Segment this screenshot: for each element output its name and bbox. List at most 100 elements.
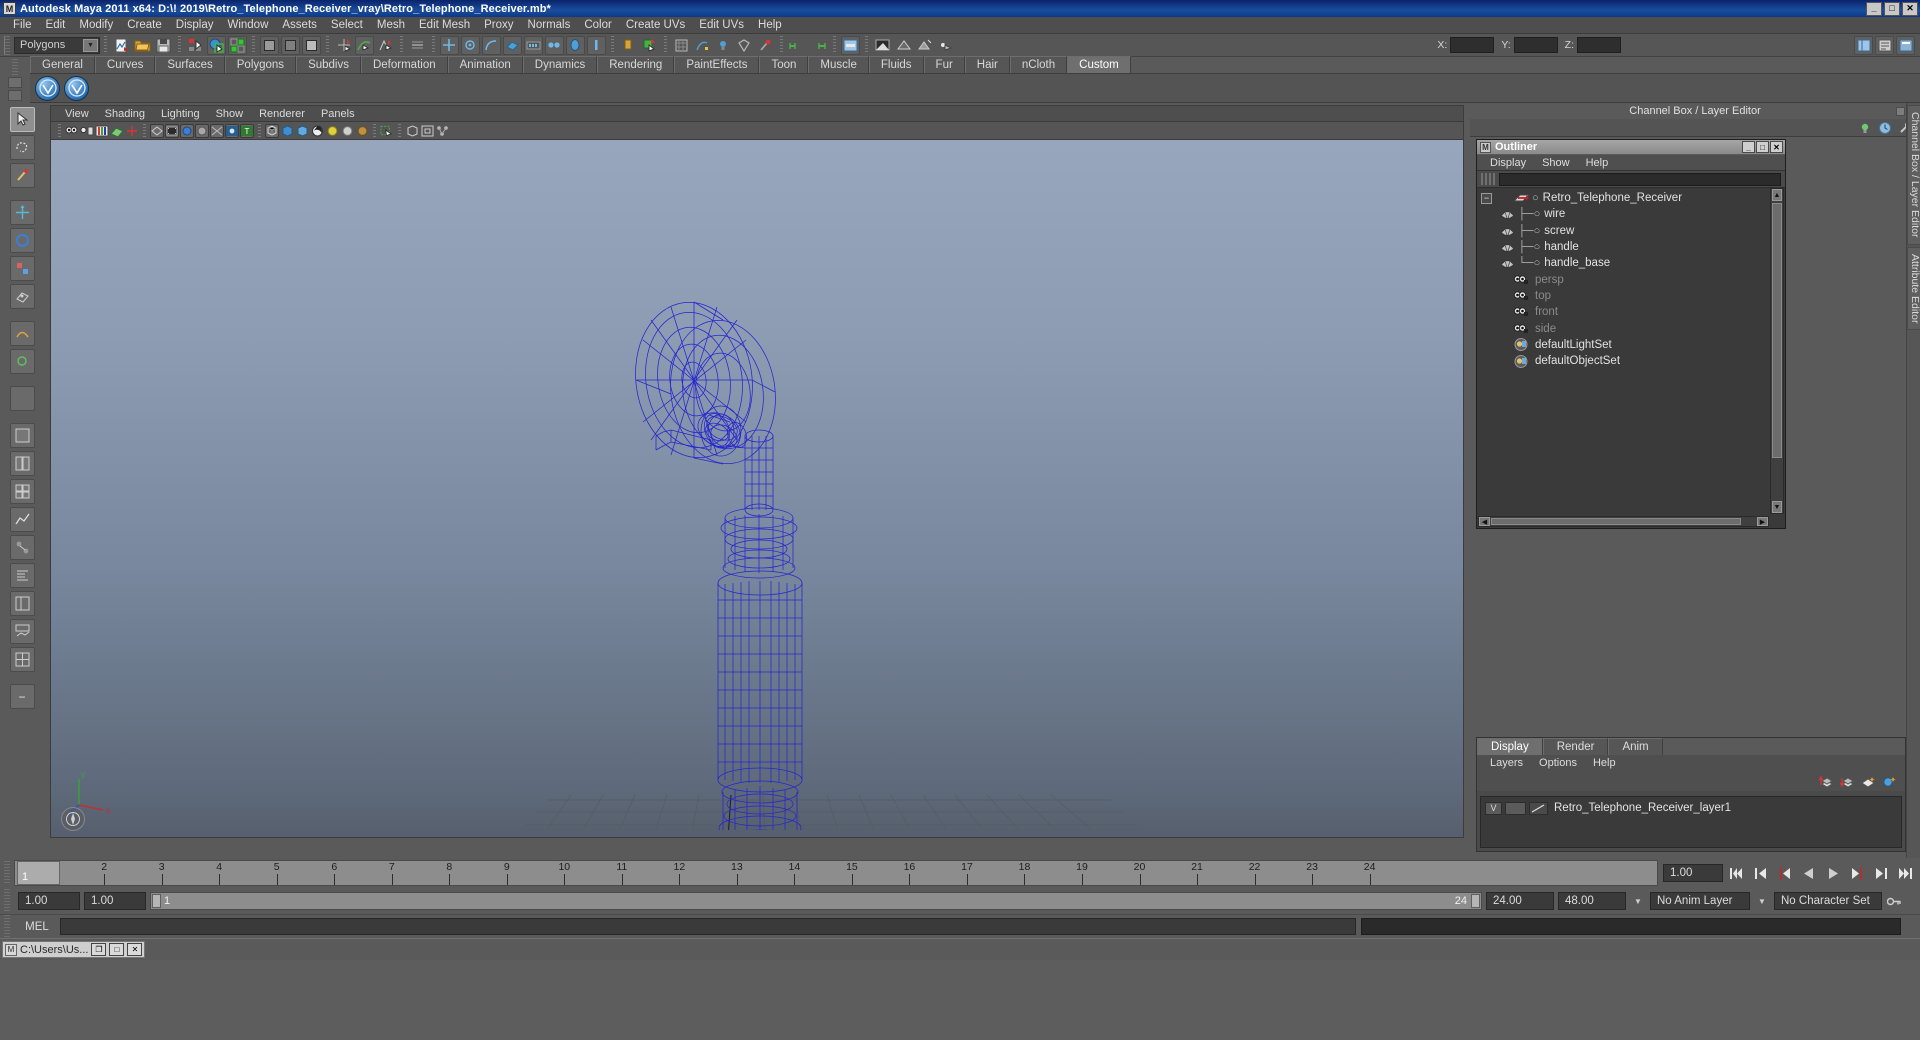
outliner-item-handle[interactable]: ├─○ handle xyxy=(1477,239,1785,255)
new-layer-icon[interactable] xyxy=(1861,775,1876,788)
menu-item-file[interactable]: File xyxy=(6,18,39,32)
exposure-button[interactable] xyxy=(587,35,606,55)
play-forwards-icon[interactable] xyxy=(1822,864,1843,883)
surface-tool-button[interactable] xyxy=(503,35,522,55)
batch-render-button[interactable] xyxy=(894,36,913,55)
outliner-item-wire[interactable]: ├─○ wire xyxy=(1477,206,1785,222)
go-to-end-icon[interactable] xyxy=(1894,864,1915,883)
shelf-tab-surfaces[interactable]: Surfaces xyxy=(155,56,225,73)
shelf-tab-toon[interactable]: Toon xyxy=(759,56,809,73)
time-slider-grip[interactable] xyxy=(4,861,10,885)
select-tool-button[interactable] xyxy=(9,107,35,132)
anim-end-field[interactable]: 48.00 xyxy=(1558,892,1626,910)
use-all-lights-icon[interactable] xyxy=(340,124,354,138)
layout-blank-button[interactable] xyxy=(9,386,35,411)
shelf-tab-deformation[interactable]: Deformation xyxy=(360,56,448,73)
select-by-object-type-button[interactable] xyxy=(207,35,226,55)
viewport-3d-canvas[interactable]: y x z xyxy=(51,140,1463,837)
light-button[interactable] xyxy=(714,36,733,55)
range-end-field[interactable]: 1.00 xyxy=(84,892,146,910)
outliner-item-retro-telephone-receiver[interactable]: − ○ Retro_Telephone_Receiver xyxy=(1477,190,1785,206)
lock-attribute-button[interactable] xyxy=(619,36,638,55)
anim-layer-dropdown-icon[interactable]: ▼ xyxy=(1630,892,1646,910)
outliner-horizontal-scrollbar[interactable]: ◀ ▶ xyxy=(1478,516,1769,527)
layer-color-swatch[interactable] xyxy=(1529,801,1548,815)
statusline-grip[interactable] xyxy=(4,35,10,55)
scroll-up-arrow-icon[interactable]: ▲ xyxy=(1772,189,1782,201)
scale-tool-button[interactable] xyxy=(9,256,35,281)
menu-item-assets[interactable]: Assets xyxy=(275,18,324,32)
range-start-field[interactable]: 1.00 xyxy=(18,892,80,910)
z-coordinate-field[interactable] xyxy=(1577,37,1621,53)
soft-modification-tool-button[interactable] xyxy=(9,321,35,346)
save-scene-button[interactable] xyxy=(154,36,173,55)
menu-item-normals[interactable]: Normals xyxy=(521,18,578,32)
range-slider-grip[interactable] xyxy=(4,889,10,913)
viewport-menu-lighting[interactable]: Lighting xyxy=(153,108,208,120)
camera-attributes-icon[interactable] xyxy=(80,124,94,138)
layer-menu-help[interactable]: Help xyxy=(1585,757,1624,769)
paint-button[interactable] xyxy=(756,36,775,55)
new-scene-button[interactable] xyxy=(112,36,131,55)
character-set-dropdown-icon[interactable]: ▼ xyxy=(1754,892,1770,910)
scroll-right-arrow-icon[interactable]: ▶ xyxy=(1757,517,1768,526)
character-set-field[interactable]: No Character Set xyxy=(1774,892,1882,910)
maximize-icon[interactable]: □ xyxy=(109,943,125,956)
snap-settings-button[interactable] xyxy=(524,35,543,55)
menu-item-create[interactable]: Create xyxy=(120,18,169,32)
show-attribute-editor-button[interactable] xyxy=(1875,35,1894,55)
shelf-tab-curves[interactable]: Curves xyxy=(94,56,156,73)
xray-joints-icon[interactable] xyxy=(420,124,434,138)
channel-box-light-icon[interactable] xyxy=(1858,121,1872,135)
menu-item-mesh[interactable]: Mesh xyxy=(370,18,412,32)
channel-box-clock-icon[interactable] xyxy=(1878,121,1892,135)
menu-item-select[interactable]: Select xyxy=(324,18,370,32)
anim-layer-field[interactable]: No Anim Layer xyxy=(1650,892,1750,910)
minimize-button[interactable]: _ xyxy=(1866,1,1882,16)
gate-mask-text-icon[interactable]: T xyxy=(240,123,254,138)
menu-item-color[interactable]: Color xyxy=(577,18,618,32)
outliner-menu-show[interactable]: Show xyxy=(1534,157,1578,169)
curve-tool-button[interactable] xyxy=(482,35,501,55)
layer-editor-tab-render[interactable]: Render xyxy=(1542,738,1609,755)
outliner-menu-help[interactable]: Help xyxy=(1578,157,1617,169)
select-faces-button[interactable] xyxy=(302,35,321,55)
step-back-keyframe-icon[interactable] xyxy=(1750,864,1771,883)
outliner-tree[interactable]: − ○ Retro_Telephone_Receiver ├─○ wire ├─○ scre… xyxy=(1477,188,1785,515)
outliner-item-top[interactable]: top xyxy=(1477,288,1785,304)
ipr-button[interactable] xyxy=(788,36,807,55)
render-settings-button[interactable] xyxy=(841,35,860,55)
current-time-indicator[interactable]: 1 xyxy=(17,861,60,885)
time-slider[interactable]: 1234567891011121314151617181920212223241 xyxy=(14,860,1658,886)
layer-menu-layers[interactable]: Layers xyxy=(1482,757,1531,769)
step-forward-frame-icon[interactable] xyxy=(1846,864,1867,883)
restore-icon[interactable]: ❐ xyxy=(91,943,107,956)
viewport-menu-show[interactable]: Show xyxy=(208,108,252,120)
image-plane-icon[interactable] xyxy=(110,124,124,138)
persp-graph-layout-button[interactable] xyxy=(9,619,35,644)
two-pane-layout-button[interactable] xyxy=(9,451,35,476)
shelf-tab-menu-button[interactable] xyxy=(8,77,22,88)
menu-item-edit-mesh[interactable]: Edit Mesh xyxy=(412,18,477,32)
layer-editor-tab-display[interactable]: Display xyxy=(1477,738,1543,755)
shelf-tab-general[interactable]: General xyxy=(30,56,95,73)
universal-manipulator-button[interactable] xyxy=(9,284,35,309)
viewport-menu-shading[interactable]: Shading xyxy=(97,108,153,120)
snap-to-grid-button[interactable] xyxy=(334,36,353,55)
playback-end-field[interactable]: 24.00 xyxy=(1486,892,1554,910)
highlight-selection-button[interactable] xyxy=(640,36,659,55)
shelf-grip[interactable] xyxy=(12,59,18,75)
outliner-minimize-button[interactable]: _ xyxy=(1742,141,1755,153)
xray-button[interactable] xyxy=(672,36,691,55)
shelf-tab-polygons[interactable]: Polygons xyxy=(224,56,297,73)
move-tool-button[interactable] xyxy=(461,35,480,55)
hardware-texturing-icon[interactable] xyxy=(310,124,324,138)
show-tool-settings-button[interactable] xyxy=(1896,35,1915,55)
search-filter-icon[interactable] xyxy=(1481,173,1495,185)
persp-outliner-layout-button[interactable] xyxy=(9,591,35,616)
vray-shelf-icon-1[interactable] xyxy=(35,75,60,101)
vertical-scroll-thumb[interactable] xyxy=(1772,203,1782,458)
exposure-control-icon[interactable] xyxy=(225,123,239,138)
shelf-tab-dynamics[interactable]: Dynamics xyxy=(522,56,598,73)
use-default-lighting-icon[interactable] xyxy=(325,124,339,138)
